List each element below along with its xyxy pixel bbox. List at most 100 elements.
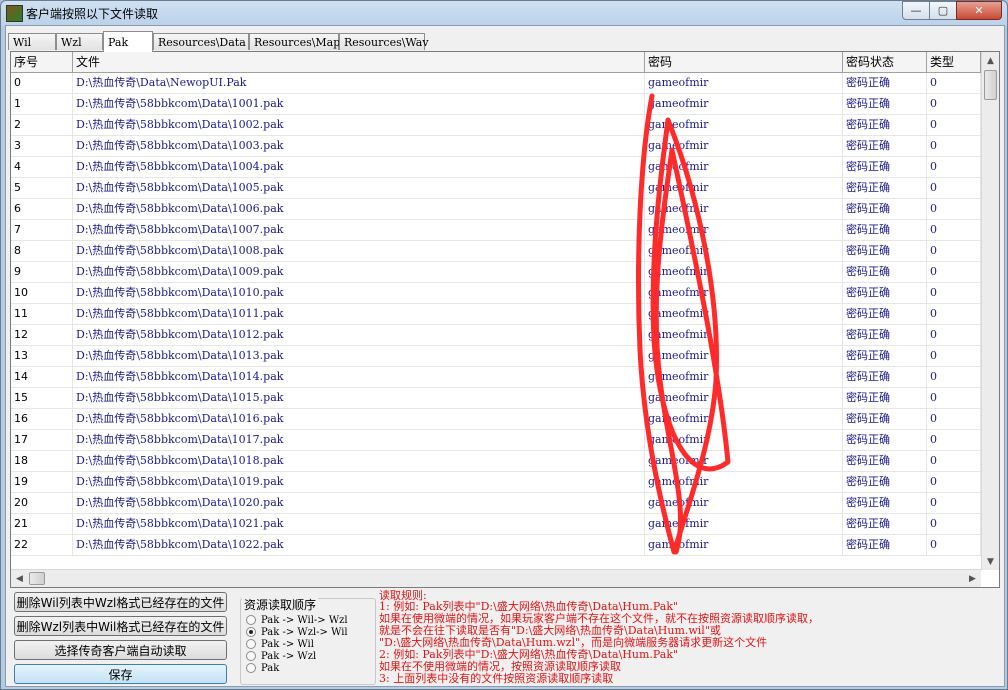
cell-type[interactable]: 0	[927, 430, 981, 450]
cell-index[interactable]: 11	[11, 304, 73, 324]
cell-index[interactable]: 5	[11, 178, 73, 198]
file-grid[interactable]: 序号 文件 密码 密码状态 类型 0 D:\热血传奇\Data\NewopUI.P…	[10, 51, 1000, 588]
cell-index[interactable]: 9	[11, 262, 73, 282]
cell-password-status[interactable]: 密码正确	[843, 514, 927, 534]
cell-file[interactable]: D:\热血传奇\58bbkcom\Data\1003.pak	[73, 136, 645, 156]
tab-pak[interactable]: Pak	[103, 31, 153, 52]
save-button[interactable]: 保存	[14, 664, 227, 684]
delete-wzl-duplicates-button[interactable]: 删除Wzl列表中Wil格式已经存在的文件	[14, 616, 227, 636]
cell-type[interactable]: 0	[927, 262, 981, 282]
cell-file[interactable]: D:\热血传奇\58bbkcom\Data\1018.pak	[73, 451, 645, 471]
table-row[interactable]: 18 D:\热血传奇\58bbkcom\Data\1018.pak gameofmi…	[11, 451, 981, 472]
cell-index[interactable]: 8	[11, 241, 73, 261]
cell-file[interactable]: D:\热血传奇\58bbkcom\Data\1002.pak	[73, 115, 645, 135]
cell-password-status[interactable]: 密码正确	[843, 535, 927, 555]
cell-index[interactable]: 4	[11, 157, 73, 177]
cell-index[interactable]: 7	[11, 220, 73, 240]
cell-type[interactable]: 0	[927, 346, 981, 366]
tab-wil[interactable]: Wil	[8, 33, 56, 50]
radio-circle-icon[interactable]	[246, 615, 256, 625]
delete-wil-duplicates-button[interactable]: 删除Wil列表中Wzl格式已经存在的文件	[14, 592, 227, 612]
scroll-up-icon[interactable]: ▲	[982, 52, 999, 69]
select-client-button[interactable]: 选择传奇客户端自动读取	[14, 640, 227, 660]
cell-file[interactable]: D:\热血传奇\58bbkcom\Data\1005.pak	[73, 178, 645, 198]
cell-type[interactable]: 0	[927, 514, 981, 534]
cell-file[interactable]: D:\热血传奇\58bbkcom\Data\1011.pak	[73, 304, 645, 324]
cell-type[interactable]: 0	[927, 388, 981, 408]
cell-type[interactable]: 0	[927, 409, 981, 429]
maximize-button[interactable]: ▢	[929, 1, 957, 20]
table-row[interactable]: 15 D:\热血传奇\58bbkcom\Data\1015.pak gameofmi…	[11, 388, 981, 409]
table-row[interactable]: 6 D:\热血传奇\58bbkcom\Data\1006.pak gameofmir…	[11, 199, 981, 220]
cell-file[interactable]: D:\热血传奇\58bbkcom\Data\1001.pak	[73, 94, 645, 114]
table-row[interactable]: 19 D:\热血传奇\58bbkcom\Data\1019.pak gameofmi…	[11, 472, 981, 493]
table-row[interactable]: 17 D:\热血传奇\58bbkcom\Data\1017.pak gameofmi…	[11, 430, 981, 451]
scroll-down-icon[interactable]: ▼	[982, 553, 999, 570]
cell-file[interactable]: D:\热血传奇\58bbkcom\Data\1019.pak	[73, 472, 645, 492]
cell-index[interactable]: 15	[11, 388, 73, 408]
table-row[interactable]: 4 D:\热血传奇\58bbkcom\Data\1004.pak gameofmir…	[11, 157, 981, 178]
cell-password[interactable]: gameofmir	[645, 157, 843, 177]
vertical-scrollbar[interactable]: ▲ ▼	[981, 52, 999, 570]
cell-password-status[interactable]: 密码正确	[843, 304, 927, 324]
cell-password[interactable]: gameofmir	[645, 115, 843, 135]
cell-password[interactable]: gameofmir	[645, 199, 843, 219]
cell-file[interactable]: D:\热血传奇\58bbkcom\Data\1016.pak	[73, 409, 645, 429]
cell-file[interactable]: D:\热血传奇\58bbkcom\Data\1014.pak	[73, 367, 645, 387]
cell-password[interactable]: gameofmir	[645, 220, 843, 240]
column-header-password[interactable]: 密码	[645, 52, 843, 72]
table-row[interactable]: 0 D:\热血传奇\Data\NewopUI.Pak gameofmir 密码正确 0	[11, 73, 981, 94]
cell-index[interactable]: 6	[11, 199, 73, 219]
horizontal-scroll-thumb[interactable]	[29, 572, 45, 585]
cell-index[interactable]: 16	[11, 409, 73, 429]
table-row[interactable]: 3 D:\热血传奇\58bbkcom\Data\1003.pak gameofmir…	[11, 136, 981, 157]
cell-file[interactable]: D:\热血传奇\58bbkcom\Data\1006.pak	[73, 199, 645, 219]
scroll-left-icon[interactable]: ◀	[11, 570, 28, 587]
cell-type[interactable]: 0	[927, 367, 981, 387]
cell-password-status[interactable]: 密码正确	[843, 115, 927, 135]
table-row[interactable]: 11 D:\热血传奇\58bbkcom\Data\1011.pak gameofmi…	[11, 304, 981, 325]
cell-password[interactable]: gameofmir	[645, 73, 843, 93]
scroll-right-icon[interactable]: ▶	[964, 570, 981, 587]
cell-index[interactable]: 10	[11, 283, 73, 303]
tab-resources-data[interactable]: Resources\Data	[153, 33, 249, 50]
column-header-index[interactable]: 序号	[11, 52, 73, 72]
cell-password[interactable]: gameofmir	[645, 136, 843, 156]
table-row[interactable]: 14 D:\热血传奇\58bbkcom\Data\1014.pak gameofmi…	[11, 367, 981, 388]
cell-file[interactable]: D:\热血传奇\58bbkcom\Data\1010.pak	[73, 283, 645, 303]
cell-password[interactable]: gameofmir	[645, 241, 843, 261]
radio-circle-icon[interactable]	[246, 651, 256, 661]
cell-type[interactable]: 0	[927, 220, 981, 240]
cell-file[interactable]: D:\热血传奇\58bbkcom\Data\1007.pak	[73, 220, 645, 240]
cell-password[interactable]: gameofmir	[645, 94, 843, 114]
cell-password[interactable]: gameofmir	[645, 304, 843, 324]
cell-index[interactable]: 3	[11, 136, 73, 156]
table-row[interactable]: 12 D:\热血传奇\58bbkcom\Data\1012.pak gameofmi…	[11, 325, 981, 346]
title-bar[interactable]: 客户端按照以下文件读取 — ▢ ✕	[1, 1, 1007, 25]
cell-index[interactable]: 20	[11, 493, 73, 513]
cell-index[interactable]: 22	[11, 535, 73, 555]
cell-index[interactable]: 21	[11, 514, 73, 534]
table-row[interactable]: 7 D:\热血传奇\58bbkcom\Data\1007.pak gameofmir…	[11, 220, 981, 241]
cell-type[interactable]: 0	[927, 283, 981, 303]
cell-file[interactable]: D:\热血传奇\58bbkcom\Data\1004.pak	[73, 157, 645, 177]
cell-password-status[interactable]: 密码正确	[843, 220, 927, 240]
cell-password[interactable]: gameofmir	[645, 451, 843, 471]
cell-index[interactable]: 0	[11, 73, 73, 93]
cell-password-status[interactable]: 密码正确	[843, 136, 927, 156]
cell-file[interactable]: D:\热血传奇\58bbkcom\Data\1020.pak	[73, 493, 645, 513]
radio-circle-checked-icon[interactable]	[246, 627, 256, 637]
cell-file[interactable]: D:\热血传奇\58bbkcom\Data\1022.pak	[73, 535, 645, 555]
cell-password-status[interactable]: 密码正确	[843, 388, 927, 408]
cell-password[interactable]: gameofmir	[645, 409, 843, 429]
cell-password[interactable]: gameofmir	[645, 430, 843, 450]
cell-type[interactable]: 0	[927, 493, 981, 513]
cell-password-status[interactable]: 密码正确	[843, 430, 927, 450]
tab-wzl[interactable]: Wzl	[56, 33, 103, 50]
cell-password-status[interactable]: 密码正确	[843, 283, 927, 303]
cell-type[interactable]: 0	[927, 241, 981, 261]
cell-file[interactable]: D:\热血传奇\58bbkcom\Data\1012.pak	[73, 325, 645, 345]
radio-circle-icon[interactable]	[246, 639, 256, 649]
cell-password-status[interactable]: 密码正确	[843, 241, 927, 261]
table-row[interactable]: 21 D:\热血传奇\58bbkcom\Data\1021.pak gameofmi…	[11, 514, 981, 535]
